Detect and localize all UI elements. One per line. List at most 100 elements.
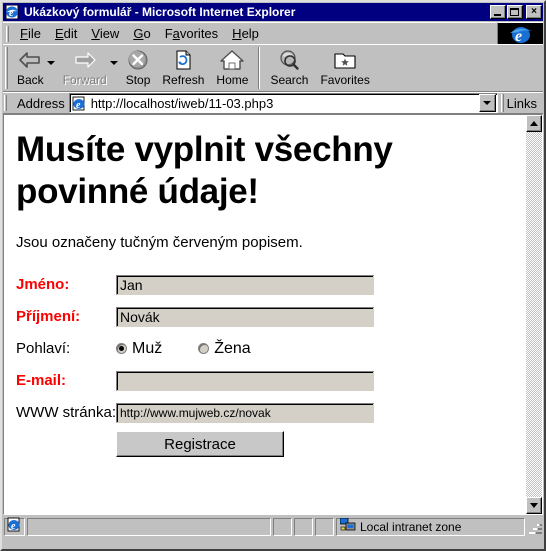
status-panel-3 (294, 518, 313, 536)
network-zone-icon (339, 517, 356, 537)
ie-document-icon: e (5, 5, 21, 19)
address-bar: Address e http://localhost/iweb/11-03.ph… (3, 92, 543, 114)
stop-icon (126, 48, 150, 72)
status-panel-4 (315, 518, 334, 536)
forward-dropdown-icon[interactable] (109, 61, 118, 65)
ie-window: e Ukázkový formulář - Microsoft Internet… (0, 0, 546, 551)
toolbar-separator (258, 47, 261, 89)
address-dropdown-button[interactable] (478, 94, 496, 112)
menu-item-favorites[interactable]: Favorites (158, 24, 225, 44)
back-dropdown-icon[interactable] (46, 61, 55, 65)
label-pohlavi: Pohlaví: (16, 340, 71, 357)
toolbar-button-favorites[interactable]: Favorites (314, 46, 375, 87)
internet-explorer-logo: e (497, 22, 543, 44)
minimize-button[interactable] (490, 5, 506, 19)
close-icon: × (531, 6, 537, 17)
toolbar-button-search[interactable]: Search (264, 46, 314, 87)
form-row-email: E-mail: (16, 367, 374, 399)
ie-doc-icon: e (7, 517, 22, 537)
maximize-button[interactable] (507, 5, 523, 19)
page-subtitle: Jsou označeny tučným červeným popisem. (16, 234, 303, 251)
scroll-up-button[interactable] (526, 115, 542, 132)
triangle-down-icon (530, 503, 538, 508)
browser-window-root: e Ukázkový formulář - Microsoft Internet… (0, 0, 546, 551)
scroll-down-button[interactable] (526, 497, 542, 514)
toolbar-label-stop: Stop (125, 73, 151, 87)
radio-label-muz: Muž (132, 339, 163, 357)
status-panel-2 (273, 518, 292, 536)
svg-text:e: e (76, 100, 81, 111)
refresh-icon (171, 48, 195, 72)
radio-option-zena[interactable]: Žena (198, 339, 251, 358)
label-www: WWW stránka: (16, 404, 116, 421)
form-row-submit: Registrace (16, 431, 374, 462)
toolbar-label-back: Back (17, 73, 44, 87)
window-title: Ukázkový formulář - Microsoft Internet E… (24, 5, 296, 19)
input-www[interactable]: http://www.mujweb.cz/novak (116, 402, 374, 423)
menu-item-go[interactable]: Go (126, 24, 157, 44)
title-bar: e Ukázkový formulář - Microsoft Internet… (3, 3, 543, 21)
arrow-right-icon (72, 48, 98, 72)
menu-item-help[interactable]: Help (225, 24, 266, 44)
menu-item-edit[interactable]: Edit (48, 24, 84, 44)
toolbar-grip[interactable] (5, 47, 8, 89)
links-button[interactable]: Links (507, 96, 543, 111)
svg-text:e: e (11, 521, 16, 532)
close-button[interactable]: × (526, 5, 542, 19)
label-prijmeni: Příjmení: (16, 308, 81, 325)
toolbar-button-stop[interactable]: Stop (120, 46, 157, 87)
menu-item-view[interactable]: View (84, 24, 126, 44)
radio-option-muz[interactable]: Muž (116, 340, 162, 358)
address-input[interactable]: e http://localhost/iweb/11-03.php3 (68, 93, 498, 113)
menu-grip[interactable] (6, 26, 9, 42)
scrollbar-track[interactable] (526, 132, 542, 497)
form-row-prijmeni: Příjmení: Novák (16, 303, 374, 335)
menu-row: File Edit View Go Favorites Help e (3, 22, 543, 44)
radio-label-zena: Žena (214, 339, 251, 357)
input-jmeno[interactable]: Jan (116, 274, 374, 295)
main-toolbar: Back Forward Stop Refresh Home Search Fa… (3, 44, 543, 92)
status-doc-panel: e (4, 517, 25, 537)
triangle-up-icon (530, 121, 538, 126)
status-zone-panel: Local intranet zone (336, 517, 525, 537)
form-row-www: WWW stránka: http://www.mujweb.cz/novak (16, 399, 374, 431)
toolbar-label-favorites: Favorites (320, 73, 370, 87)
toolbar-label-forward: Forward (62, 73, 107, 87)
input-email[interactable] (116, 370, 374, 391)
svg-text:e: e (515, 28, 522, 44)
home-icon (219, 48, 245, 72)
submit-button[interactable]: Registrace (116, 431, 284, 457)
svg-text:e: e (9, 8, 14, 19)
label-email: E-mail: (16, 372, 67, 389)
favorites-folder-icon (332, 48, 358, 72)
toolbar-label-refresh: Refresh (162, 73, 205, 87)
toolbar-button-refresh[interactable]: Refresh (156, 46, 210, 87)
toolbar-button-back[interactable]: Back (11, 46, 50, 87)
ie-page-icon: e (72, 95, 88, 111)
arrow-left-icon (17, 48, 43, 72)
chevron-down-icon (483, 101, 492, 105)
page-viewport: Musíte vyplnit všechny povinné údaje! Js… (3, 114, 543, 515)
toolbar-button-forward[interactable]: Forward (57, 46, 113, 87)
links-grip[interactable] (500, 94, 504, 112)
page-title: Musíte vyplnit všechny povinné údaje! (16, 130, 393, 211)
toolbar-label-home: Home (216, 73, 249, 87)
toolbar-button-home[interactable]: Home (210, 46, 254, 87)
status-zone-text: Local intranet zone (360, 520, 462, 534)
toolbar-label-search: Search (270, 73, 309, 87)
resize-grip[interactable] (528, 520, 542, 534)
status-bar: e Local intranet zone (3, 516, 543, 538)
address-grip[interactable] (4, 95, 7, 111)
radio-icon-zena[interactable] (198, 343, 210, 354)
form-row-pohlavi: Pohlaví: Muž Žena (16, 335, 374, 367)
address-label: Address (17, 95, 65, 111)
vertical-scrollbar[interactable] (525, 115, 542, 514)
label-jmeno: Jméno: (16, 276, 70, 293)
menu-item-file[interactable]: File (13, 24, 48, 44)
input-prijmeni[interactable]: Novák (116, 306, 374, 327)
page-content: Musíte vyplnit všechny povinné údaje! Js… (4, 115, 525, 514)
form-row-jmeno: Jméno: Jan (16, 271, 374, 303)
registration-form: Jméno: Jan Příjmení: Novák Pohlaví: Muž … (16, 271, 374, 462)
menu-bar: File Edit View Go Favorites Help (3, 22, 497, 45)
radio-icon-muz[interactable] (116, 343, 127, 354)
